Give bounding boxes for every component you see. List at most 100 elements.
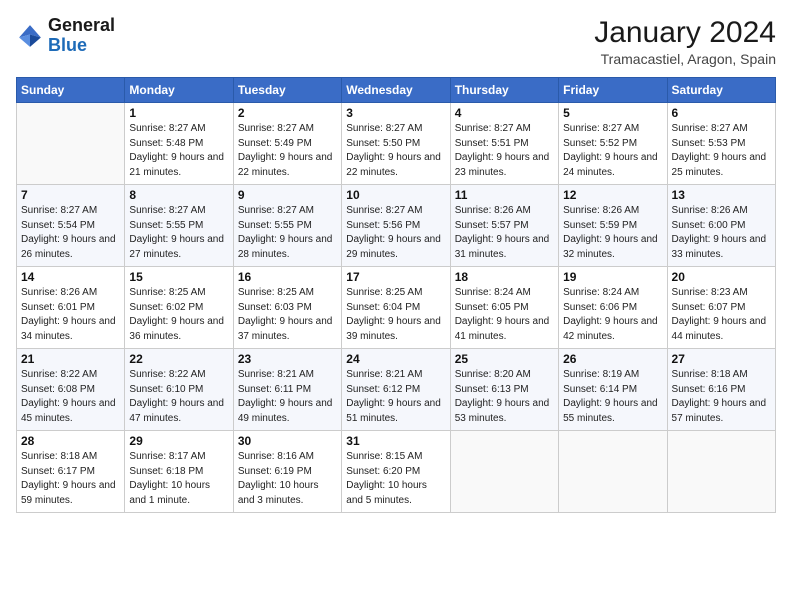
calendar-cell: 6 Sunrise: 8:27 AMSunset: 5:53 PMDaylight…: [667, 103, 775, 185]
calendar-cell: 10Sunrise: 8:27 AMSunset: 5:56 PMDayligh…: [342, 185, 450, 267]
day-info: Sunrise: 8:20 AMSunset: 6:13 PMDaylight:…: [455, 368, 554, 426]
day-info: Sunrise: 8:16 AMSunset: 6:19 PMDaylight:…: [238, 450, 337, 508]
day-number: 11: [455, 188, 554, 202]
day-number: 23: [238, 352, 337, 366]
calendar-cell: 21Sunrise: 8:22 AMSunset: 6:08 PMDayligh…: [17, 349, 125, 431]
day-info: Sunrise: 8:26 AMSunset: 6:01 PMDaylight:…: [21, 286, 120, 344]
calendar-cell: [667, 431, 775, 513]
calendar-cell: 30 Sunrise: 8:16 AMSunset: 6:19 PMDayligh…: [233, 431, 341, 513]
calendar-cell: 3Sunrise: 8:27 AMSunset: 5:50 PMDaylight…: [342, 103, 450, 185]
day-info: Sunrise: 8:27 AMSunset: 5:53 PMDaylight:…: [672, 122, 771, 180]
day-info: Sunrise: 8:19 AMSunset: 6:14 PMDaylight:…: [563, 368, 662, 426]
month-title: January 2024: [594, 16, 776, 49]
day-info: Sunrise: 8:24 AMSunset: 6:05 PMDaylight:…: [455, 286, 554, 344]
day-info: Sunrise: 8:25 AMSunset: 6:03 PMDaylight:…: [238, 286, 337, 344]
calendar-cell: 8 Sunrise: 8:27 AMSunset: 5:55 PMDaylight…: [125, 185, 233, 267]
day-info: Sunrise: 8:21 AMSunset: 6:12 PMDaylight:…: [346, 368, 445, 426]
day-number: 22: [129, 352, 228, 366]
day-number: 28: [21, 434, 120, 448]
day-number: 20: [672, 270, 771, 284]
day-number: 21: [21, 352, 120, 366]
calendar-cell: 4Sunrise: 8:27 AMSunset: 5:51 PMDaylight…: [450, 103, 558, 185]
day-info: Sunrise: 8:27 AMSunset: 5:49 PMDaylight:…: [238, 122, 337, 180]
day-info: Sunrise: 8:27 AMSunset: 5:51 PMDaylight:…: [455, 122, 554, 180]
day-number: 31: [346, 434, 445, 448]
calendar-cell: 13Sunrise: 8:26 AMSunset: 6:00 PMDayligh…: [667, 185, 775, 267]
calendar-cell: 29 Sunrise: 8:17 AMSunset: 6:18 PMDayligh…: [125, 431, 233, 513]
calendar-cell: 22 Sunrise: 8:22 AMSunset: 6:10 PMDayligh…: [125, 349, 233, 431]
weekday-header-monday: Monday: [125, 78, 233, 103]
day-info: Sunrise: 8:26 AMSunset: 5:57 PMDaylight:…: [455, 204, 554, 262]
day-info: Sunrise: 8:26 AMSunset: 5:59 PMDaylight:…: [563, 204, 662, 262]
day-number: 8: [129, 188, 228, 202]
calendar-cell: [450, 431, 558, 513]
weekday-header-wednesday: Wednesday: [342, 78, 450, 103]
calendar-cell: 20 Sunrise: 8:23 AMSunset: 6:07 PMDayligh…: [667, 267, 775, 349]
calendar-cell: 12 Sunrise: 8:26 AMSunset: 5:59 PMDayligh…: [559, 185, 667, 267]
day-info: Sunrise: 8:22 AMSunset: 6:10 PMDaylight:…: [129, 368, 228, 426]
day-number: 5: [563, 106, 662, 120]
day-number: 18: [455, 270, 554, 284]
day-number: 1: [129, 106, 228, 120]
day-number: 24: [346, 352, 445, 366]
day-info: Sunrise: 8:25 AMSunset: 6:02 PMDaylight:…: [129, 286, 228, 344]
day-number: 27: [672, 352, 771, 366]
calendar-week-row: 7 Sunrise: 8:27 AMSunset: 5:54 PMDaylight…: [17, 185, 776, 267]
page-container: General Blue January 2024 Tramacastiel, …: [0, 0, 792, 523]
weekday-header-tuesday: Tuesday: [233, 78, 341, 103]
header-area: General Blue January 2024 Tramacastiel, …: [16, 16, 776, 67]
day-info: Sunrise: 8:27 AMSunset: 5:55 PMDaylight:…: [129, 204, 228, 262]
calendar-cell: 5 Sunrise: 8:27 AMSunset: 5:52 PMDaylight…: [559, 103, 667, 185]
day-number: 16: [238, 270, 337, 284]
calendar-cell: 15 Sunrise: 8:25 AMSunset: 6:02 PMDayligh…: [125, 267, 233, 349]
day-number: 6: [672, 106, 771, 120]
weekday-header-row: SundayMondayTuesdayWednesdayThursdayFrid…: [17, 78, 776, 103]
calendar-cell: 24 Sunrise: 8:21 AMSunset: 6:12 PMDayligh…: [342, 349, 450, 431]
day-number: 9: [238, 188, 337, 202]
calendar-cell: 27 Sunrise: 8:18 AMSunset: 6:16 PMDayligh…: [667, 349, 775, 431]
day-number: 10: [346, 188, 445, 202]
day-number: 7: [21, 188, 120, 202]
calendar-table: SundayMondayTuesdayWednesdayThursdayFrid…: [16, 77, 776, 513]
day-info: Sunrise: 8:27 AMSunset: 5:52 PMDaylight:…: [563, 122, 662, 180]
day-number: 17: [346, 270, 445, 284]
day-info: Sunrise: 8:25 AMSunset: 6:04 PMDaylight:…: [346, 286, 445, 344]
calendar-cell: 14 Sunrise: 8:26 AMSunset: 6:01 PMDayligh…: [17, 267, 125, 349]
calendar-cell: 26Sunrise: 8:19 AMSunset: 6:14 PMDayligh…: [559, 349, 667, 431]
calendar-cell: 25Sunrise: 8:20 AMSunset: 6:13 PMDayligh…: [450, 349, 558, 431]
calendar-cell: [559, 431, 667, 513]
calendar-cell: [17, 103, 125, 185]
day-number: 3: [346, 106, 445, 120]
weekday-header-thursday: Thursday: [450, 78, 558, 103]
calendar-cell: 28 Sunrise: 8:18 AMSunset: 6:17 PMDayligh…: [17, 431, 125, 513]
calendar-week-row: 1 Sunrise: 8:27 AMSunset: 5:48 PMDaylight…: [17, 103, 776, 185]
calendar-cell: 31 Sunrise: 8:15 AMSunset: 6:20 PMDayligh…: [342, 431, 450, 513]
day-info: Sunrise: 8:15 AMSunset: 6:20 PMDaylight:…: [346, 450, 445, 508]
day-number: 29: [129, 434, 228, 448]
day-number: 14: [21, 270, 120, 284]
day-info: Sunrise: 8:27 AMSunset: 5:48 PMDaylight:…: [129, 122, 228, 180]
day-info: Sunrise: 8:17 AMSunset: 6:18 PMDaylight:…: [129, 450, 228, 508]
calendar-cell: 11 Sunrise: 8:26 AMSunset: 5:57 PMDayligh…: [450, 185, 558, 267]
day-info: Sunrise: 8:23 AMSunset: 6:07 PMDaylight:…: [672, 286, 771, 344]
calendar-cell: 9 Sunrise: 8:27 AMSunset: 5:55 PMDaylight…: [233, 185, 341, 267]
calendar-week-row: 14 Sunrise: 8:26 AMSunset: 6:01 PMDayligh…: [17, 267, 776, 349]
calendar-week-row: 21Sunrise: 8:22 AMSunset: 6:08 PMDayligh…: [17, 349, 776, 431]
calendar-cell: 17 Sunrise: 8:25 AMSunset: 6:04 PMDayligh…: [342, 267, 450, 349]
calendar-cell: 2 Sunrise: 8:27 AMSunset: 5:49 PMDaylight…: [233, 103, 341, 185]
calendar-cell: 7 Sunrise: 8:27 AMSunset: 5:54 PMDaylight…: [17, 185, 125, 267]
day-info: Sunrise: 8:27 AMSunset: 5:55 PMDaylight:…: [238, 204, 337, 262]
logo-text: General Blue: [48, 16, 115, 56]
calendar-cell: 18 Sunrise: 8:24 AMSunset: 6:05 PMDayligh…: [450, 267, 558, 349]
calendar-cell: 16 Sunrise: 8:25 AMSunset: 6:03 PMDayligh…: [233, 267, 341, 349]
calendar-week-row: 28 Sunrise: 8:18 AMSunset: 6:17 PMDayligh…: [17, 431, 776, 513]
day-number: 13: [672, 188, 771, 202]
logo: General Blue: [16, 16, 115, 56]
day-info: Sunrise: 8:18 AMSunset: 6:16 PMDaylight:…: [672, 368, 771, 426]
day-info: Sunrise: 8:27 AMSunset: 5:54 PMDaylight:…: [21, 204, 120, 262]
day-number: 12: [563, 188, 662, 202]
day-number: 30: [238, 434, 337, 448]
day-number: 2: [238, 106, 337, 120]
day-info: Sunrise: 8:18 AMSunset: 6:17 PMDaylight:…: [21, 450, 120, 508]
day-number: 15: [129, 270, 228, 284]
